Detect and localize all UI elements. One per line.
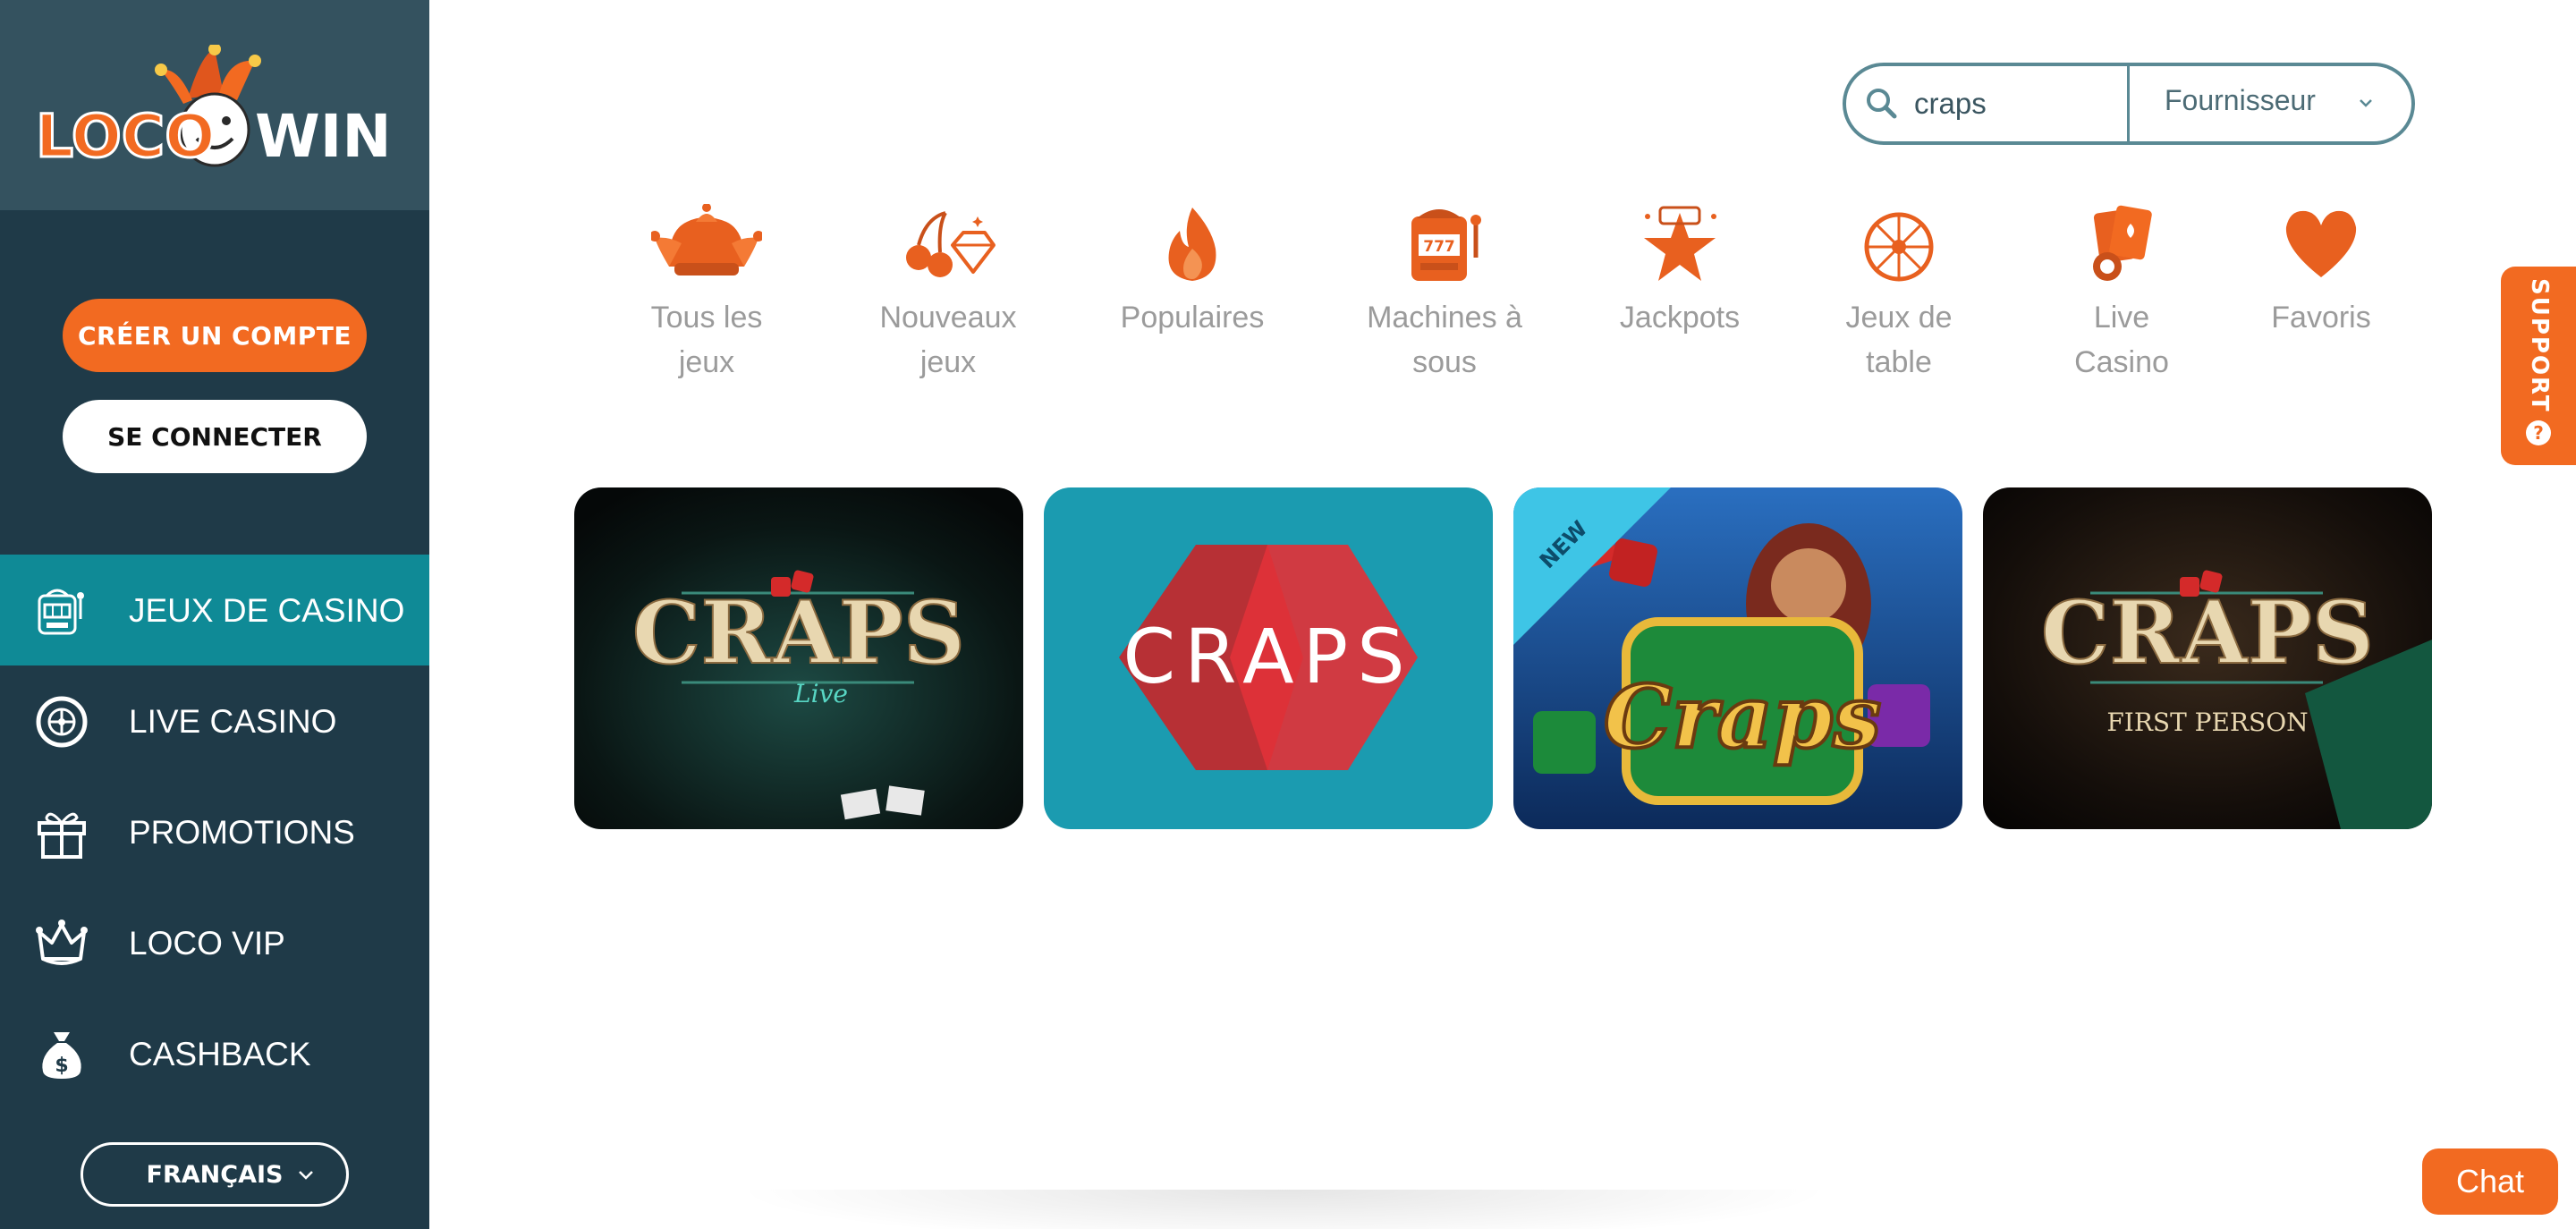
sidebar-item-label: LIVE CASINO: [129, 703, 337, 740]
heart-icon: [2285, 210, 2357, 277]
sidebar-item-live-casino[interactable]: LIVE CASINO: [0, 665, 429, 776]
logo-text-left: LOCO: [36, 102, 215, 171]
category-label-line2: Casino: [2074, 345, 2169, 379]
category-live-casino[interactable]: Live Casino: [2057, 204, 2186, 385]
game-subtitle: Live: [793, 679, 848, 708]
sidebar-item-label: PROMOTIONS: [129, 814, 355, 851]
game-title: CRAPS: [1123, 613, 1413, 700]
svg-text:777: 777: [1423, 238, 1455, 256]
game-tile-craps-live[interactable]: CRAPS Live: [574, 487, 1023, 829]
cherry-diamond-icon: [906, 211, 996, 277]
search-icon: [1867, 89, 1897, 119]
category-popular[interactable]: Populaires: [1109, 204, 1275, 340]
category-label-line2: sous: [1412, 345, 1477, 379]
chevron-down-icon[interactable]: [2356, 93, 2376, 113]
star-icon: [1644, 206, 1716, 281]
sidebar-item-promotions[interactable]: PROMOTIONS: [0, 776, 429, 887]
help-icon: ?: [2526, 420, 2551, 445]
create-account-button[interactable]: CRÉER UN COMPTE: [63, 299, 367, 372]
cards-chip-icon: [2093, 205, 2152, 281]
bottom-shadow: [733, 1190, 1834, 1229]
sidebar-item-label: LOCO VIP: [129, 925, 285, 962]
category-label-line1: Populaires: [1120, 301, 1265, 335]
locowin-logo[interactable]: LOCO WIN: [36, 45, 398, 179]
jester-hat-icon: [651, 204, 762, 275]
category-new-games[interactable]: Nouveaux jeux: [872, 204, 1024, 385]
jester-crown-icon: [36, 920, 88, 965]
logo-area: LOCO WIN: [0, 0, 429, 210]
app: LOCO WIN CRÉER UN COMPTE SE CONNECTER JE…: [0, 0, 2576, 1229]
category-table-games[interactable]: Jeux de table: [1838, 204, 1960, 385]
money-bag-icon: $: [42, 1032, 81, 1079]
roulette-icon: [1864, 212, 1934, 282]
support-label: SUPPORT: [2526, 277, 2553, 413]
svg-text:?: ?: [2533, 422, 2544, 444]
search-input[interactable]: [1914, 77, 2120, 131]
game-tile-craps[interactable]: CRAPS: [1044, 487, 1493, 829]
category-slots[interactable]: 777 Machines à sous: [1360, 204, 1530, 385]
game-title: CRAPS: [632, 582, 965, 683]
category-label-line1: Live: [2093, 301, 2150, 335]
sidebar-item-label: JEUX DE CASINO: [129, 592, 405, 629]
category-favorites[interactable]: Favoris: [2267, 204, 2376, 340]
category-label-line2: table: [1866, 345, 1932, 379]
language-select[interactable]: FRANÇAIS: [80, 1142, 349, 1207]
chat-button[interactable]: Chat: [2422, 1148, 2558, 1215]
category-jackpots[interactable]: Jackpots: [1617, 204, 1742, 340]
category-label-line2: jeux: [919, 345, 977, 379]
game-title: CRAPS: [2041, 582, 2374, 683]
category-label-line2: jeux: [678, 345, 735, 379]
language-label: FRANÇAIS: [146, 1160, 284, 1189]
game-tile-craps-new[interactable]: Craps NEW: [1513, 487, 1962, 829]
search-divider: [2127, 66, 2130, 141]
game-tile-craps-first-person[interactable]: CRAPS FIRST PERSON: [1983, 487, 2432, 829]
provider-select[interactable]: Fournisseur: [2165, 84, 2316, 117]
logo-text-right: WIN: [255, 102, 392, 171]
chevron-down-icon: [299, 1171, 313, 1180]
game-subtitle: FIRST PERSON: [2106, 708, 2308, 737]
sidebar-item-cashback[interactable]: $ CASHBACK: [0, 998, 429, 1109]
gift-icon: [38, 812, 86, 859]
roulette-wheel-icon: [36, 696, 88, 748]
sidebar-item-casino-games[interactable]: JEUX DE CASINO: [0, 555, 429, 665]
sidebar-item-label: CASHBACK: [129, 1036, 311, 1072]
category-label-line1: Machines à: [1367, 301, 1522, 335]
sidebar: LOCO WIN CRÉER UN COMPTE SE CONNECTER JE…: [0, 0, 429, 1229]
slot-machine-icon: [38, 589, 84, 635]
sidebar-item-loco-vip[interactable]: LOCO VIP: [0, 887, 429, 998]
category-all-games[interactable]: Tous les jeux: [635, 204, 778, 385]
slot-machine-icon: 777: [1411, 209, 1481, 281]
category-label-line1: Jeux de: [1845, 301, 1953, 335]
category-label-line1: Favoris: [2271, 301, 2371, 335]
category-label-line1: Nouveaux: [879, 301, 1017, 335]
game-title: Craps: [1604, 666, 1881, 767]
login-button[interactable]: SE CONNECTER: [63, 400, 367, 473]
category-label-line1: Jackpots: [1619, 301, 1741, 335]
flame-icon: [1168, 208, 1216, 281]
sidebar-nav: JEUX DE CASINO LIVE CASINO PROMOTIONS LO…: [0, 555, 429, 1109]
svg-text:$: $: [55, 1055, 68, 1077]
category-label-line1: Tous les: [650, 301, 763, 335]
